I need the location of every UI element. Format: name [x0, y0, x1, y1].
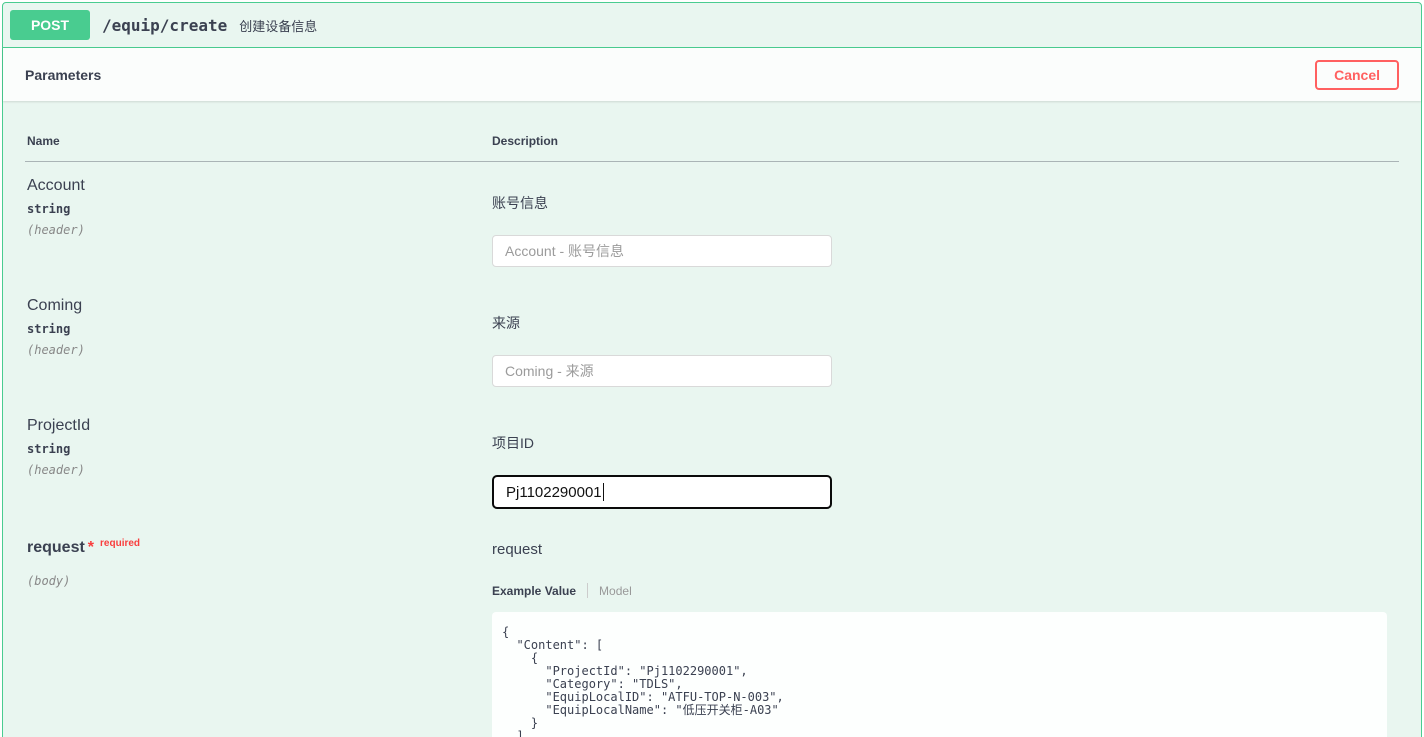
- example-model-tabs: Example Value Model: [492, 583, 1399, 598]
- param-row-request: request*required (body) request Example …: [25, 524, 1399, 737]
- param-name: ProjectId: [27, 417, 490, 435]
- param-type: string: [27, 202, 490, 216]
- cancel-button[interactable]: Cancel: [1315, 60, 1399, 90]
- param-description: request: [492, 541, 1399, 558]
- parameters-title: Parameters: [25, 67, 101, 83]
- parameters-table: Name Description Account string (header)…: [25, 101, 1399, 737]
- param-description: 项目ID: [492, 433, 1399, 453]
- coming-input[interactable]: [492, 355, 832, 387]
- param-location: (body): [27, 574, 490, 588]
- param-location: (header): [27, 223, 490, 237]
- param-description: 来源: [492, 313, 1399, 333]
- param-type: string: [27, 322, 490, 336]
- required-label: required: [100, 538, 140, 549]
- param-description: 账号信息: [492, 193, 1399, 213]
- projectid-input[interactable]: Pj1102290001: [492, 475, 832, 509]
- text-cursor: [603, 483, 604, 501]
- post-endpoint-block: POST /equip/create 创建设备信息 Parameters Can…: [2, 2, 1422, 737]
- param-location: (header): [27, 343, 490, 357]
- tab-model[interactable]: Model: [599, 584, 632, 598]
- account-input[interactable]: [492, 235, 832, 267]
- endpoint-summary-bar[interactable]: POST /equip/create 创建设备信息: [3, 3, 1421, 48]
- param-name: Coming: [27, 297, 490, 315]
- param-row-account: Account string (header) 账号信息: [25, 162, 1399, 283]
- name-column-header: Name: [25, 101, 490, 162]
- param-row-coming: Coming string (header) 来源: [25, 282, 1399, 402]
- param-row-projectid: ProjectId string (header) 项目ID Pj1102290…: [25, 402, 1399, 524]
- endpoint-summary-text: 创建设备信息: [239, 16, 317, 35]
- param-type: string: [27, 442, 490, 456]
- example-json: { "Content": [ { "ProjectId": "Pj1102290…: [502, 626, 1377, 737]
- description-column-header: Description: [490, 101, 1399, 162]
- tab-divider: [587, 583, 588, 598]
- endpoint-path: /equip/create: [102, 16, 227, 35]
- tab-example-value[interactable]: Example Value: [492, 584, 576, 598]
- example-value-code-block[interactable]: { "Content": [ { "ProjectId": "Pj1102290…: [492, 612, 1387, 737]
- projectid-input-value: Pj1102290001: [506, 484, 602, 501]
- param-name: Account: [27, 177, 490, 195]
- param-location: (header): [27, 463, 490, 477]
- param-name: request*required: [27, 539, 490, 557]
- method-badge: POST: [10, 10, 90, 40]
- parameters-section-header: Parameters Cancel: [3, 48, 1421, 101]
- required-star: *: [88, 539, 94, 556]
